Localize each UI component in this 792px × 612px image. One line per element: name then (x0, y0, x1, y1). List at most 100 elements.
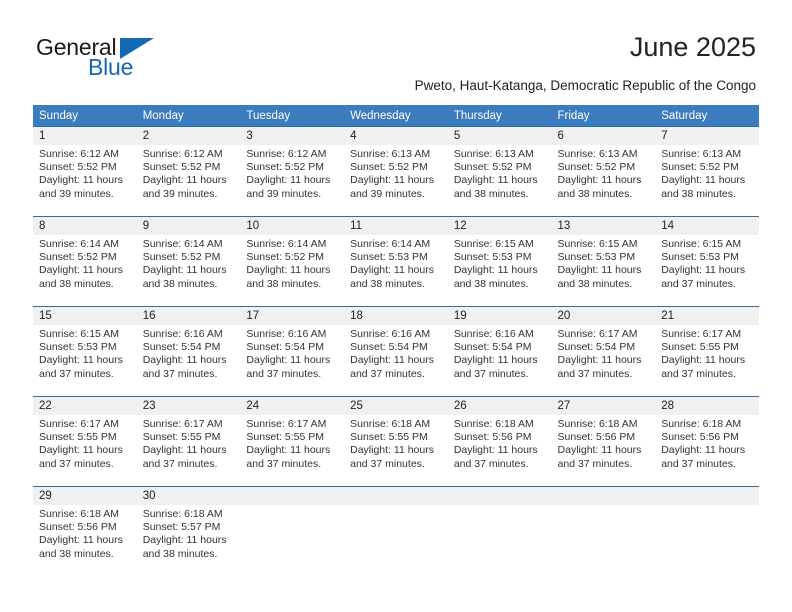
calendar-day-cell[interactable]: 11 Sunrise: 6:14 AM Sunset: 5:53 PM Dayl… (344, 216, 448, 307)
sunset-text: Sunset: 5:53 PM (39, 341, 117, 354)
daylight-text-line2: and 37 minutes. (453, 367, 529, 380)
daylight-text-line2: and 38 minutes. (661, 187, 736, 200)
day-details: Sunrise: 6:17 AM Sunset: 5:55 PM Dayligh… (655, 325, 759, 381)
calendar-day-cell[interactable]: 8 Sunrise: 6:14 AM Sunset: 5:52 PM Dayli… (33, 216, 137, 307)
calendar-week-row: 22 Sunrise: 6:17 AM Sunset: 5:55 PM Dayl… (33, 396, 759, 487)
sunrise-text: Sunrise: 6:15 AM (661, 238, 742, 250)
daylight-text-line2: and 39 minutes. (142, 187, 218, 200)
calendar-day-cell[interactable]: 22 Sunrise: 6:17 AM Sunset: 5:55 PM Dayl… (33, 396, 137, 487)
sunset-text: Sunset: 5:56 PM (453, 431, 532, 444)
day-number (240, 487, 345, 505)
calendar-day-cell[interactable]: 23 Sunrise: 6:17 AM Sunset: 5:55 PM Dayl… (136, 396, 241, 487)
daylight-text-line2: and 39 minutes. (39, 187, 114, 200)
calendar-day-cell[interactable]: 21 Sunrise: 6:17 AM Sunset: 5:55 PM Dayl… (655, 306, 759, 397)
sunrise-text: Sunrise: 6:17 AM (557, 328, 638, 340)
daylight-text-line1: Daylight: 11 hours (142, 264, 227, 277)
calendar-day-cell-empty (240, 486, 345, 576)
sunset-text: Sunset: 5:52 PM (246, 251, 325, 264)
sunset-text: Sunset: 5:53 PM (557, 251, 636, 264)
day-number: 17 (240, 307, 345, 325)
calendar-day-cell[interactable]: 3 Sunrise: 6:12 AM Sunset: 5:52 PM Dayli… (240, 126, 345, 217)
calendar-day-cell[interactable]: 17 Sunrise: 6:16 AM Sunset: 5:54 PM Dayl… (240, 306, 345, 397)
day-number: 4 (344, 127, 448, 145)
daylight-text-line2: and 37 minutes. (39, 367, 114, 380)
sunset-text: Sunset: 5:52 PM (142, 251, 221, 264)
calendar-day-cell[interactable]: 14 Sunrise: 6:15 AM Sunset: 5:53 PM Dayl… (655, 216, 759, 307)
daylight-text-line1: Daylight: 11 hours (350, 444, 434, 457)
calendar-day-cell[interactable]: 5 Sunrise: 6:13 AM Sunset: 5:52 PM Dayli… (447, 126, 552, 217)
day-details: Sunrise: 6:18 AM Sunset: 5:56 PM Dayligh… (655, 415, 759, 471)
daylight-text-line1: Daylight: 11 hours (350, 354, 434, 367)
calendar-day-cell[interactable]: 9 Sunrise: 6:14 AM Sunset: 5:52 PM Dayli… (136, 216, 241, 307)
day-number (655, 487, 759, 505)
sunset-text: Sunset: 5:52 PM (557, 161, 636, 174)
daylight-text-line2: and 38 minutes. (39, 547, 114, 560)
calendar-day-cell[interactable]: 20 Sunrise: 6:17 AM Sunset: 5:54 PM Dayl… (551, 306, 656, 397)
calendar-day-cell[interactable]: 25 Sunrise: 6:18 AM Sunset: 5:55 PM Dayl… (344, 396, 448, 487)
calendar-day-cell[interactable]: 6 Sunrise: 6:13 AM Sunset: 5:52 PM Dayli… (551, 126, 656, 217)
calendar-day-cell[interactable]: 16 Sunrise: 6:16 AM Sunset: 5:54 PM Dayl… (136, 306, 241, 397)
day-number: 28 (655, 397, 759, 415)
daylight-text-line2: and 37 minutes. (557, 367, 633, 380)
daylight-text-line1: Daylight: 11 hours (557, 264, 642, 277)
sunset-text: Sunset: 5:54 PM (142, 341, 221, 354)
calendar-day-cell[interactable]: 24 Sunrise: 6:17 AM Sunset: 5:55 PM Dayl… (240, 396, 345, 487)
daylight-text-line2: and 37 minutes. (661, 367, 736, 380)
weekday-header-friday: Friday (551, 105, 656, 127)
calendar-day-cell[interactable]: 4 Sunrise: 6:13 AM Sunset: 5:52 PM Dayli… (344, 126, 448, 217)
daylight-text-line2: and 37 minutes. (142, 457, 218, 470)
daylight-text-line1: Daylight: 11 hours (557, 354, 642, 367)
sunset-text: Sunset: 5:53 PM (453, 251, 532, 264)
day-number: 26 (447, 397, 552, 415)
daylight-text-line1: Daylight: 11 hours (246, 264, 331, 277)
calendar-page: General Blue June 2025 Pweto, Haut-Katan… (0, 0, 792, 612)
sunrise-text: Sunrise: 6:18 AM (350, 418, 431, 430)
calendar-day-cell[interactable]: 30 Sunrise: 6:18 AM Sunset: 5:57 PM Dayl… (136, 486, 241, 576)
calendar-day-cell[interactable]: 13 Sunrise: 6:15 AM Sunset: 5:53 PM Dayl… (551, 216, 656, 307)
day-number: 29 (33, 487, 137, 505)
day-number: 30 (136, 487, 241, 505)
sunset-text: Sunset: 5:56 PM (661, 431, 739, 444)
calendar-week-row: 29 Sunrise: 6:18 AM Sunset: 5:56 PM Dayl… (33, 486, 759, 576)
sunset-text: Sunset: 5:53 PM (661, 251, 739, 264)
day-number: 14 (655, 217, 759, 235)
sunset-text: Sunset: 5:52 PM (246, 161, 325, 174)
sunrise-text: Sunrise: 6:12 AM (142, 148, 223, 160)
calendar-day-cell[interactable]: 19 Sunrise: 6:16 AM Sunset: 5:54 PM Dayl… (447, 306, 552, 397)
calendar-day-cell[interactable]: 10 Sunrise: 6:14 AM Sunset: 5:52 PM Dayl… (240, 216, 345, 307)
day-details: Sunrise: 6:14 AM Sunset: 5:52 PM Dayligh… (240, 235, 344, 291)
calendar-day-cell[interactable]: 26 Sunrise: 6:18 AM Sunset: 5:56 PM Dayl… (447, 396, 552, 487)
daylight-text-line1: Daylight: 11 hours (246, 354, 331, 367)
day-number: 6 (551, 127, 656, 145)
day-number: 3 (240, 127, 345, 145)
daylight-text-line1: Daylight: 11 hours (142, 444, 227, 457)
calendar-day-cell[interactable]: 2 Sunrise: 6:12 AM Sunset: 5:52 PM Dayli… (136, 126, 241, 217)
daylight-text-line1: Daylight: 11 hours (39, 264, 123, 277)
sunset-text: Sunset: 5:54 PM (350, 341, 428, 354)
day-number (551, 487, 656, 505)
daylight-text-line2: and 37 minutes. (142, 367, 218, 380)
calendar-day-cell[interactable]: 29 Sunrise: 6:18 AM Sunset: 5:56 PM Dayl… (33, 486, 137, 576)
sunrise-text: Sunrise: 6:14 AM (350, 238, 431, 250)
daylight-text-line1: Daylight: 11 hours (142, 354, 227, 367)
calendar-day-cell[interactable]: 12 Sunrise: 6:15 AM Sunset: 5:53 PM Dayl… (447, 216, 552, 307)
day-details: Sunrise: 6:18 AM Sunset: 5:56 PM Dayligh… (33, 505, 137, 561)
daylight-text-line2: and 38 minutes. (350, 277, 425, 290)
calendar-day-cell[interactable]: 18 Sunrise: 6:16 AM Sunset: 5:54 PM Dayl… (344, 306, 448, 397)
sunrise-text: Sunrise: 6:18 AM (453, 418, 534, 430)
calendar-table: Sunday Monday Tuesday Wednesday Thursday… (33, 105, 759, 576)
daylight-text-line2: and 38 minutes. (246, 277, 322, 290)
day-details: Sunrise: 6:17 AM Sunset: 5:55 PM Dayligh… (33, 415, 137, 471)
daylight-text-line2: and 37 minutes. (350, 367, 425, 380)
sunrise-text: Sunrise: 6:13 AM (453, 148, 534, 160)
sunrise-text: Sunrise: 6:14 AM (142, 238, 223, 250)
daylight-text-line1: Daylight: 11 hours (246, 444, 331, 457)
calendar-day-cell[interactable]: 15 Sunrise: 6:15 AM Sunset: 5:53 PM Dayl… (33, 306, 137, 397)
calendar-day-cell[interactable]: 27 Sunrise: 6:18 AM Sunset: 5:56 PM Dayl… (551, 396, 656, 487)
daylight-text-line1: Daylight: 11 hours (453, 264, 538, 277)
calendar-day-cell[interactable]: 1 Sunrise: 6:12 AM Sunset: 5:52 PM Dayli… (33, 126, 137, 217)
calendar-day-cell[interactable]: 28 Sunrise: 6:18 AM Sunset: 5:56 PM Dayl… (655, 396, 759, 487)
calendar-day-cell[interactable]: 7 Sunrise: 6:13 AM Sunset: 5:52 PM Dayli… (655, 126, 759, 217)
sunset-text: Sunset: 5:53 PM (350, 251, 428, 264)
day-number: 7 (655, 127, 759, 145)
